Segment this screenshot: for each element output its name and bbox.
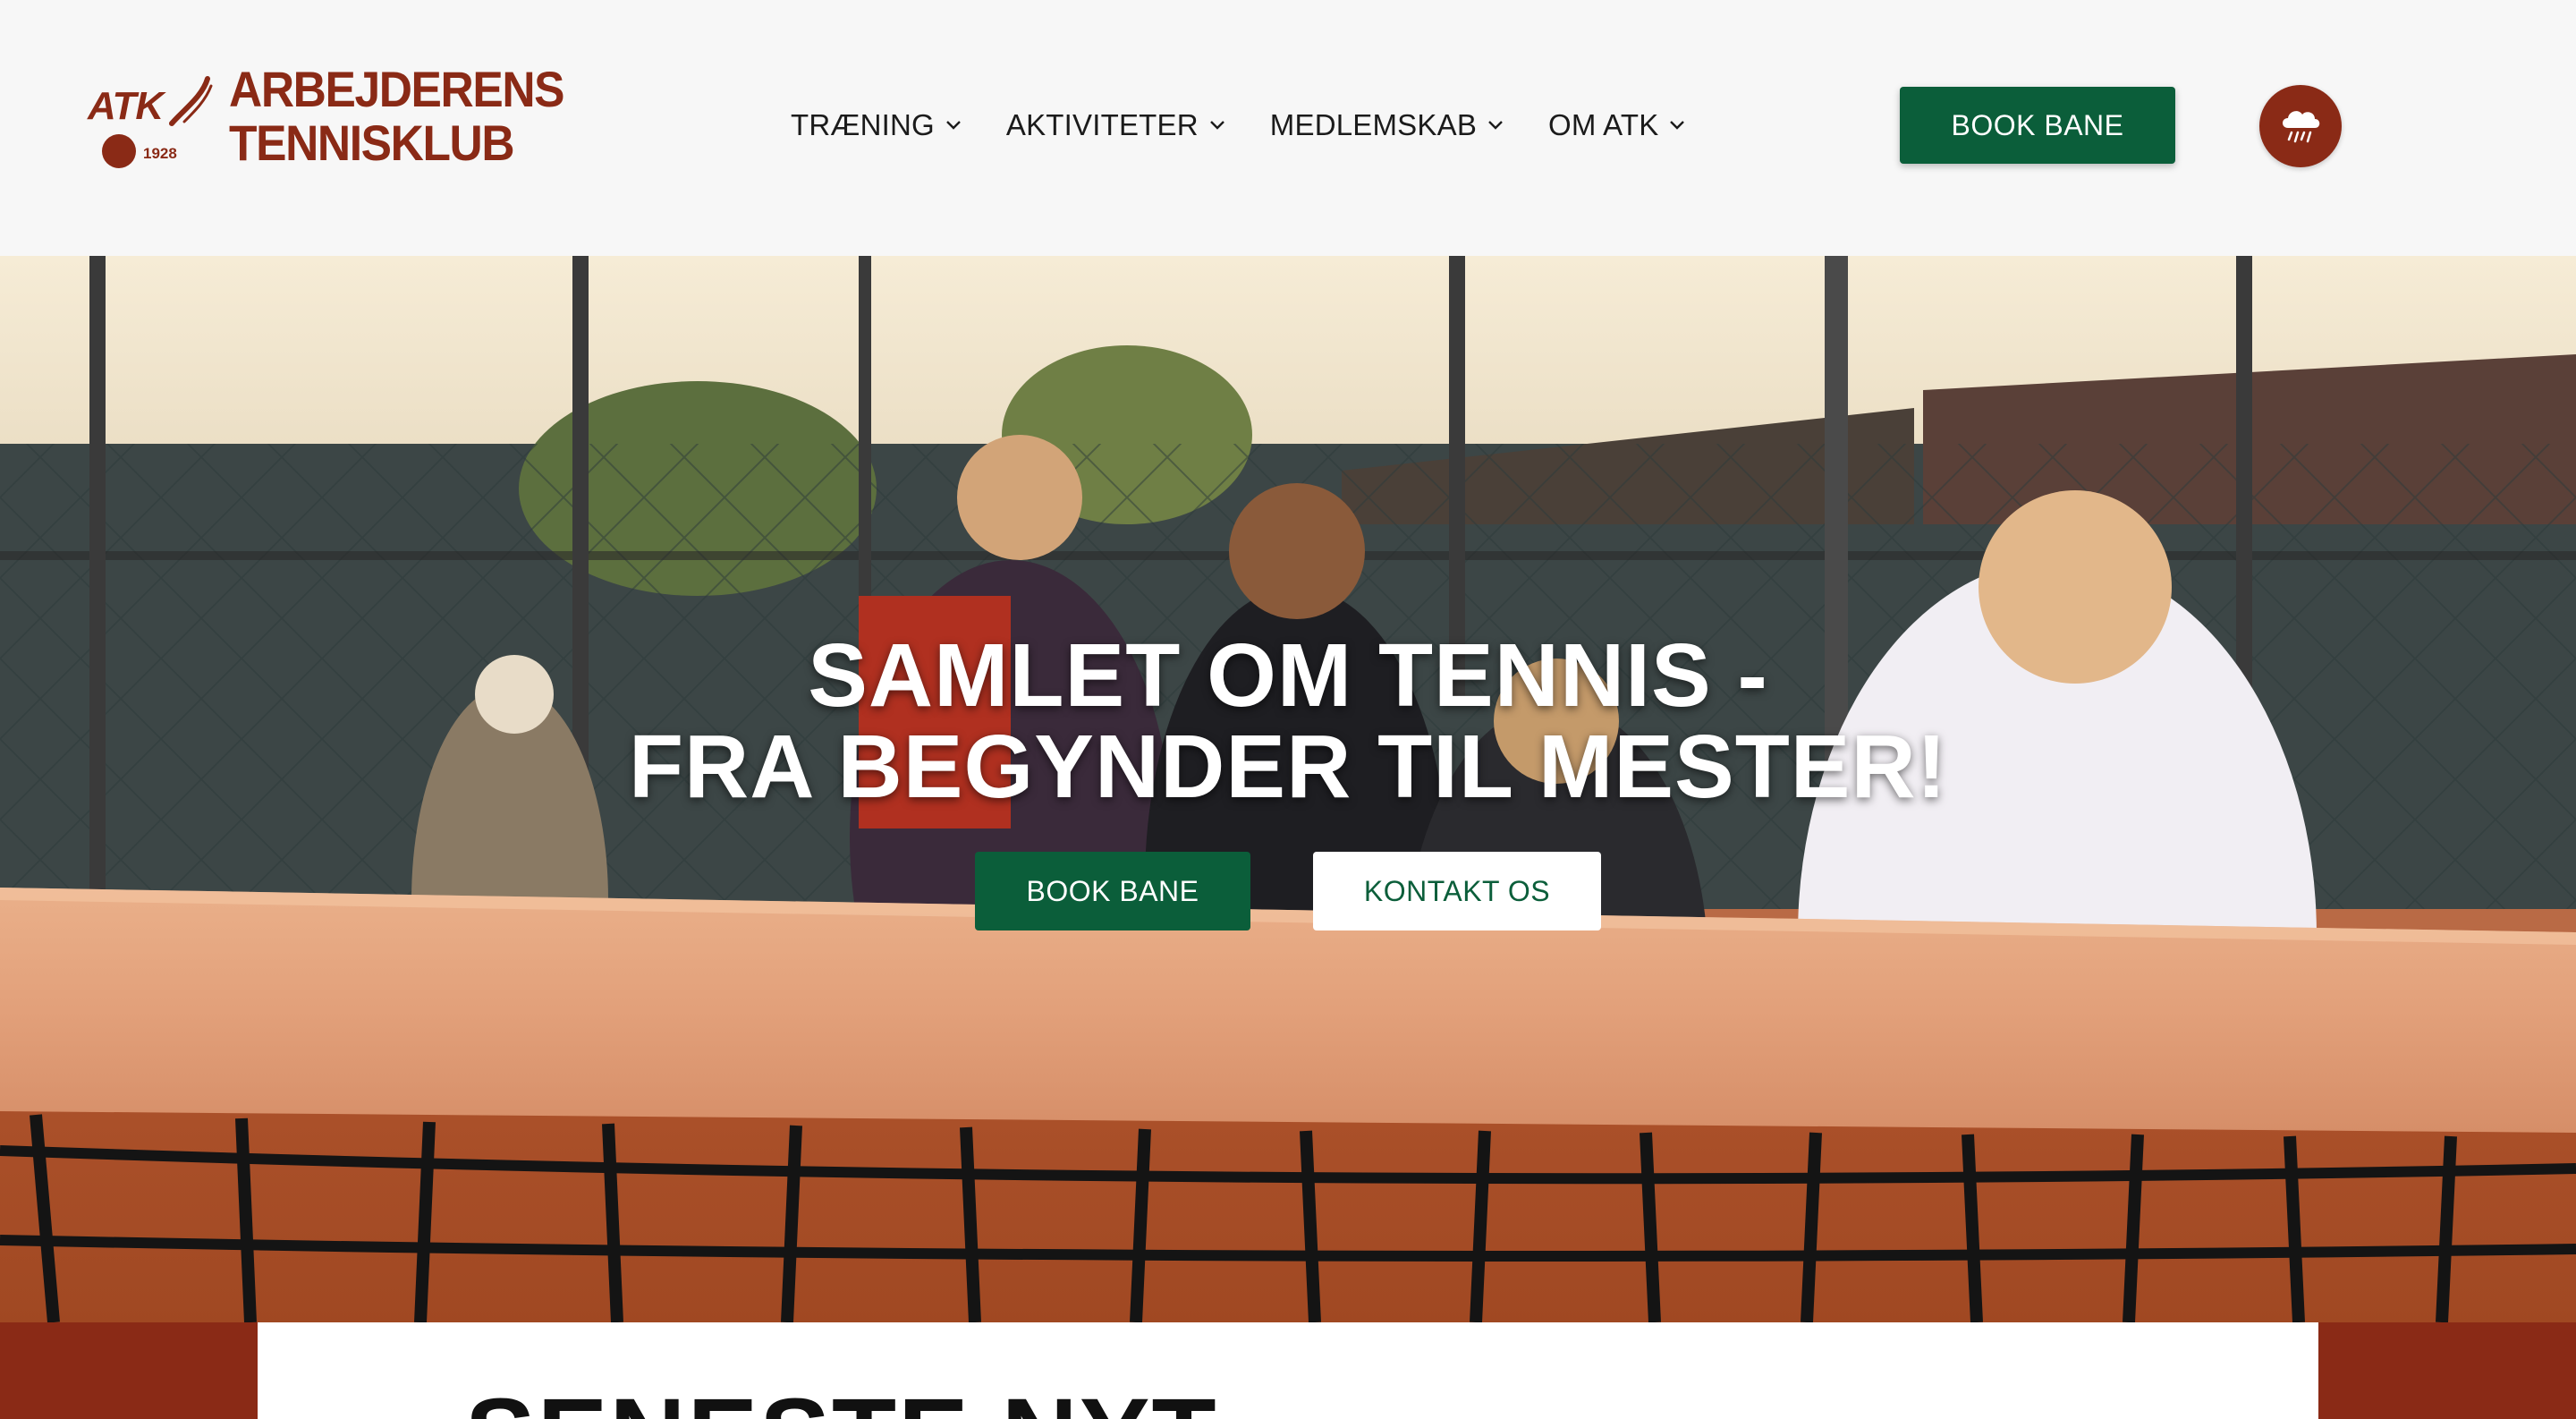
logo-club-name: ARBEJDERENS TENNISKLUB: [229, 61, 565, 171]
hero-section: SAMLET OM TENNIS - FRA BEGYNDER TIL MEST…: [0, 256, 2576, 1322]
weather-button[interactable]: [2259, 85, 2342, 167]
news-title: SENESTE NYT: [465, 1383, 1218, 1419]
nav-label: TRÆNING: [791, 108, 935, 141]
nav-item-om-atk[interactable]: OM ATK: [1548, 108, 1685, 142]
hero-title-line1: SAMLET OM TENNIS -: [808, 625, 1768, 726]
nav-item-traening[interactable]: TRÆNING: [791, 108, 962, 142]
nav-item-medlemskab[interactable]: MEDLEMSKAB: [1270, 108, 1504, 142]
nav-label: AKTIVITETER: [1005, 108, 1199, 141]
logo-name-line1: ARBEJDERENS: [229, 61, 565, 117]
nav-item-aktiviteter[interactable]: AKTIVITETER: [1006, 108, 1225, 142]
hero-title: SAMLET OM TENNIS - FRA BEGYNDER TIL MEST…: [0, 630, 2576, 812]
news-section: SENESTE NYT: [0, 1322, 2576, 1419]
rain-cloud-icon: [2283, 111, 2320, 143]
site-header: ATK 1928 ARBEJDERENS TENNISKLUB TRÆNING …: [0, 0, 2576, 256]
logo-name-line2: TENNISKLUB: [229, 115, 515, 171]
hero-title-line2: FRA BEGYNDER TIL MESTER!: [628, 717, 1948, 817]
nav-label: MEDLEMSKAB: [1269, 108, 1478, 141]
atk-emblem: ATK 1928: [86, 66, 213, 174]
logo-year: 1928: [143, 145, 177, 162]
chevron-down-icon: [946, 121, 961, 130]
site-logo[interactable]: ATK 1928 ARBEJDERENS TENNISKLUB: [86, 63, 587, 179]
chevron-down-icon: [1488, 121, 1503, 130]
hero-contact-button[interactable]: KONTAKT OS: [1313, 852, 1601, 930]
tennis-ball-icon: [102, 134, 136, 168]
logo-mark-text: ATK: [88, 84, 164, 128]
chevron-down-icon: [1670, 121, 1685, 130]
chevron-down-icon: [1209, 121, 1224, 130]
logo-swoosh-icon: [169, 76, 213, 126]
hero-book-court-button[interactable]: BOOK BANE: [975, 852, 1250, 930]
news-card: SENESTE NYT: [258, 1322, 2318, 1419]
main-nav: TRÆNING AKTIVITETER MEDLEMSKAB OM ATK: [791, 100, 1730, 150]
book-court-button[interactable]: BOOK BANE: [1900, 87, 2175, 164]
nav-label: OM ATK: [1548, 108, 1659, 141]
